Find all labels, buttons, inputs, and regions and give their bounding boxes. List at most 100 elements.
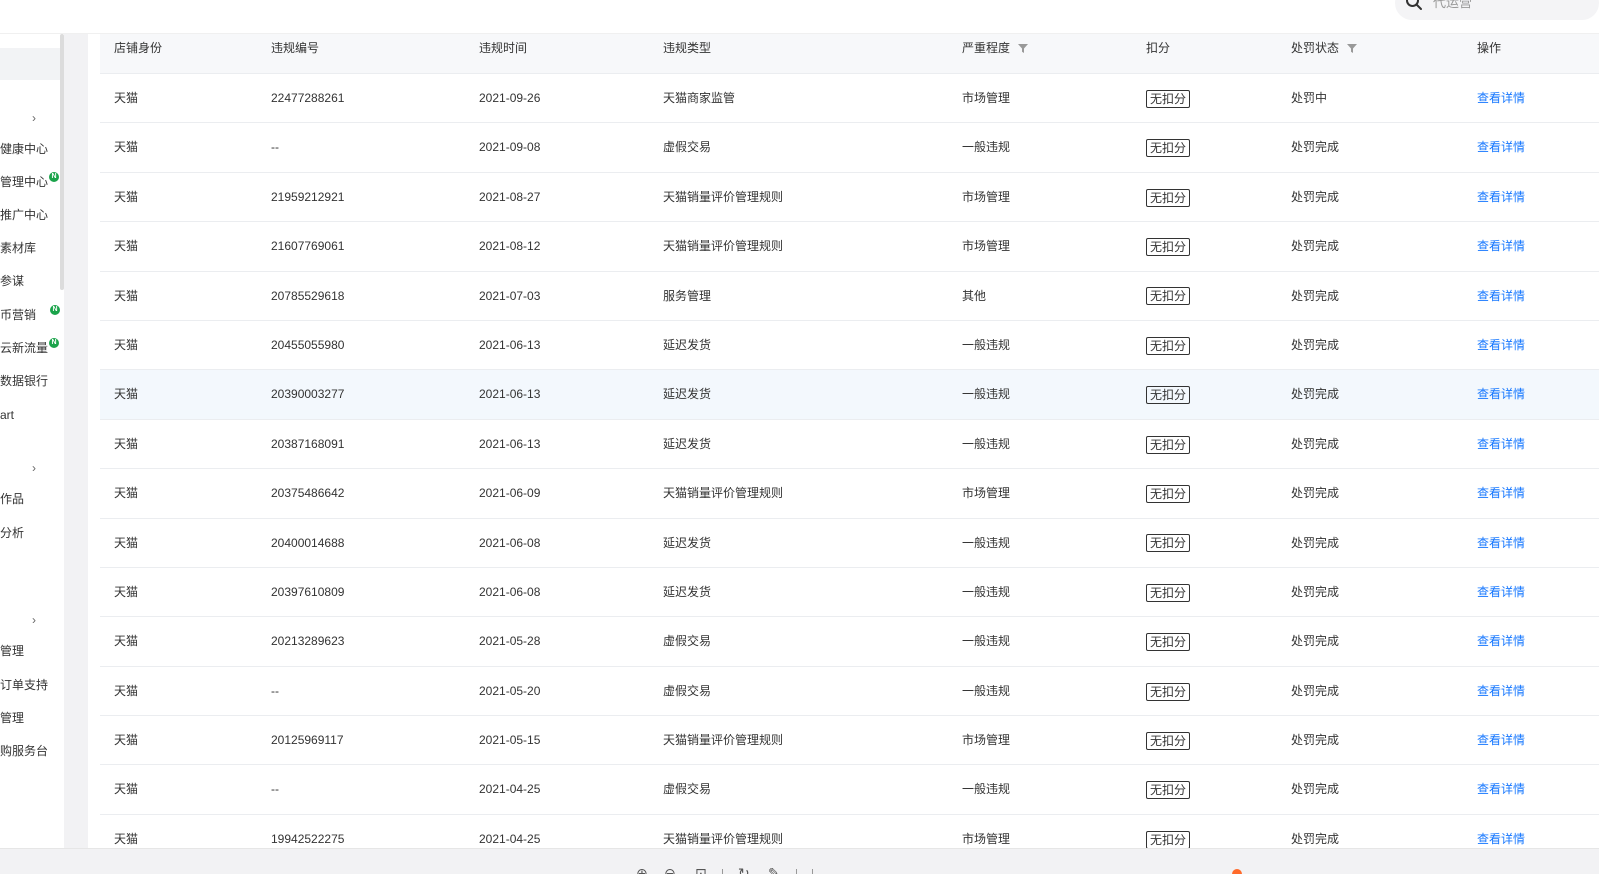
column-header-status[interactable]: 处罚状态 — [1291, 34, 1358, 74]
points-tag: 无扣分 — [1146, 731, 1191, 750]
cell-shop: 天猫 — [114, 634, 139, 649]
cell-date: 2021-06-13 — [479, 337, 541, 352]
cell-type: 延迟发货 — [663, 387, 712, 402]
view-details-link[interactable]: 查看详情 — [1477, 469, 1525, 517]
cell-status: 处罚完成 — [1291, 683, 1340, 698]
cell-shop: 天猫 — [114, 436, 139, 451]
points-tag: 无扣分 — [1146, 830, 1191, 848]
cell-points: 无扣分 — [1146, 123, 1191, 171]
chevron-right-icon[interactable]: › — [32, 614, 42, 626]
cell-date: 2021-05-28 — [479, 634, 541, 649]
view-details-link[interactable]: 查看详情 — [1477, 519, 1525, 567]
sidebar-item[interactable]: 云新流量 — [0, 339, 48, 357]
filter-icon[interactable] — [1018, 35, 1029, 63]
search-input[interactable] — [1433, 0, 1583, 11]
points-tag: 无扣分 — [1146, 484, 1191, 503]
search-icon[interactable] — [1405, 0, 1423, 11]
bottom-toolbar: ⊕ ⊖ ⊡ ↻ ✎ — [0, 848, 1599, 874]
sidebar-item[interactable]: art — [0, 406, 14, 424]
sidebar-item-label: art — [0, 408, 15, 422]
column-header-label: 店铺身份 — [114, 41, 163, 55]
new-badge: N — [50, 305, 60, 315]
new-badge: N — [49, 172, 59, 182]
table-row: 天猫 20375486642 2021-06-09 天猫销量评价管理规则 市场管理 无扣分… — [100, 469, 1599, 519]
table-row: 天猫 20785529618 2021-07-03 服务管理 其他 无扣分 处罚完成 查看详情 — [100, 272, 1599, 321]
column-header-label: 严重程度 — [962, 41, 1011, 55]
sidebar-item-label: 参谋 — [0, 274, 25, 288]
view-details-link[interactable]: 查看详情 — [1477, 815, 1525, 848]
view-details-link[interactable]: 查看详情 — [1477, 420, 1525, 468]
table-header: 店铺身份 违规编号 违规时间 违规类型 严重程度 扣分 处罚状态 操作 — [100, 34, 1599, 74]
view-details-link[interactable]: 查看详情 — [1477, 667, 1525, 715]
sidebar-active-item[interactable] — [0, 48, 60, 80]
sidebar-item[interactable]: 参谋 — [0, 272, 24, 290]
sidebar-item[interactable]: 数据银行 — [0, 372, 48, 390]
cell-type: 天猫销量评价管理规则 — [663, 239, 784, 254]
sidebar-item[interactable]: 推广中心 — [0, 206, 48, 224]
chevron-right-icon[interactable]: › — [32, 112, 42, 124]
column-header-date: 违规时间 — [479, 34, 527, 74]
cell-shop: 天猫 — [114, 337, 139, 352]
chevron-right-icon[interactable]: › — [32, 462, 42, 474]
sidebar-item[interactable]: 订单支持 — [0, 676, 48, 694]
view-details-link[interactable]: 查看详情 — [1477, 321, 1525, 369]
cell-severity: 市场管理 — [962, 189, 1011, 204]
view-details-link[interactable]: 查看详情 — [1477, 716, 1525, 764]
sidebar-item-label: 管理 — [0, 711, 25, 725]
sidebar-item[interactable]: 作品 — [0, 490, 24, 508]
cell-status: 处罚完成 — [1291, 140, 1340, 155]
column-header-label: 违规类型 — [663, 41, 712, 55]
filter-icon[interactable] — [1347, 35, 1358, 63]
view-details-link[interactable]: 查看详情 — [1477, 568, 1525, 616]
cell-shop: 天猫 — [114, 486, 139, 501]
cell-id: 21959212921 — [271, 189, 345, 204]
cell-id: 20125969117 — [271, 733, 344, 748]
points-tag: 无扣分 — [1146, 583, 1191, 602]
cell-points: 无扣分 — [1146, 815, 1191, 848]
cell-points: 无扣分 — [1146, 74, 1191, 122]
sidebar-item[interactable]: 管理 — [0, 642, 24, 660]
view-details-link[interactable]: 查看详情 — [1477, 765, 1525, 813]
cell-type: 天猫销量评价管理规则 — [663, 733, 784, 748]
table-row: 天猫 20213289623 2021-05-28 虚假交易 一般违规 无扣分 处罚完成 查看… — [100, 617, 1599, 667]
points-tag: 无扣分 — [1146, 188, 1191, 207]
table-row: 天猫 20400014688 2021-06-08 延迟发货 一般违规 无扣分 处罚完成 查看… — [100, 519, 1599, 568]
view-details-link[interactable]: 查看详情 — [1477, 370, 1525, 418]
cell-points: 无扣分 — [1146, 222, 1191, 270]
cell-status: 处罚完成 — [1291, 782, 1340, 797]
column-header-label: 操作 — [1477, 41, 1502, 55]
rotate-icon[interactable]: ↻ — [738, 867, 754, 874]
view-details-link[interactable]: 查看详情 — [1477, 222, 1525, 270]
points-tag: 无扣分 — [1146, 287, 1191, 306]
view-details-link[interactable]: 查看详情 — [1477, 74, 1525, 122]
view-details-link[interactable]: 查看详情 — [1477, 123, 1525, 171]
sidebar-item[interactable]: 购服务台 — [0, 742, 48, 760]
fit-screen-icon[interactable]: ⊡ — [695, 867, 711, 874]
cell-date: 2021-06-13 — [479, 387, 541, 402]
view-details-link[interactable]: 查看详情 — [1477, 272, 1525, 320]
view-details-link[interactable]: 查看详情 — [1477, 173, 1525, 221]
search-box[interactable] — [1395, 0, 1599, 20]
cell-points: 无扣分 — [1146, 173, 1191, 221]
sidebar-item[interactable]: 分析 — [0, 524, 24, 542]
edit-icon[interactable]: ✎ — [768, 867, 784, 874]
zoom-out-icon[interactable]: ⊖ — [664, 867, 680, 874]
cell-type: 虚假交易 — [663, 782, 712, 797]
sidebar-item[interactable]: 币营销 — [0, 306, 36, 324]
sidebar-item[interactable]: 管理中心 — [0, 173, 48, 191]
column-header-severity[interactable]: 严重程度 — [962, 34, 1029, 74]
cell-severity: 一般违规 — [962, 387, 1011, 402]
cell-date: 2021-04-25 — [479, 831, 541, 846]
cell-shop: 天猫 — [114, 782, 139, 797]
zoom-in-icon[interactable]: ⊕ — [636, 867, 652, 874]
view-details-link[interactable]: 查看详情 — [1477, 617, 1525, 665]
sidebar-item-label: 分析 — [0, 526, 25, 540]
brand-icon[interactable] — [1232, 869, 1242, 874]
cell-date: 2021-09-26 — [479, 91, 541, 105]
sidebar-item[interactable]: 管理 — [0, 709, 24, 727]
sidebar-item[interactable]: 健康中心 — [0, 140, 48, 158]
cell-severity: 一般违规 — [962, 634, 1011, 649]
table-row: 天猫 20390003277 2021-06-13 延迟发货 一般违规 无扣分 处罚完成 查看… — [100, 370, 1599, 420]
sidebar-item[interactable]: 素材库 — [0, 239, 36, 257]
cell-status: 处罚完成 — [1291, 535, 1340, 550]
